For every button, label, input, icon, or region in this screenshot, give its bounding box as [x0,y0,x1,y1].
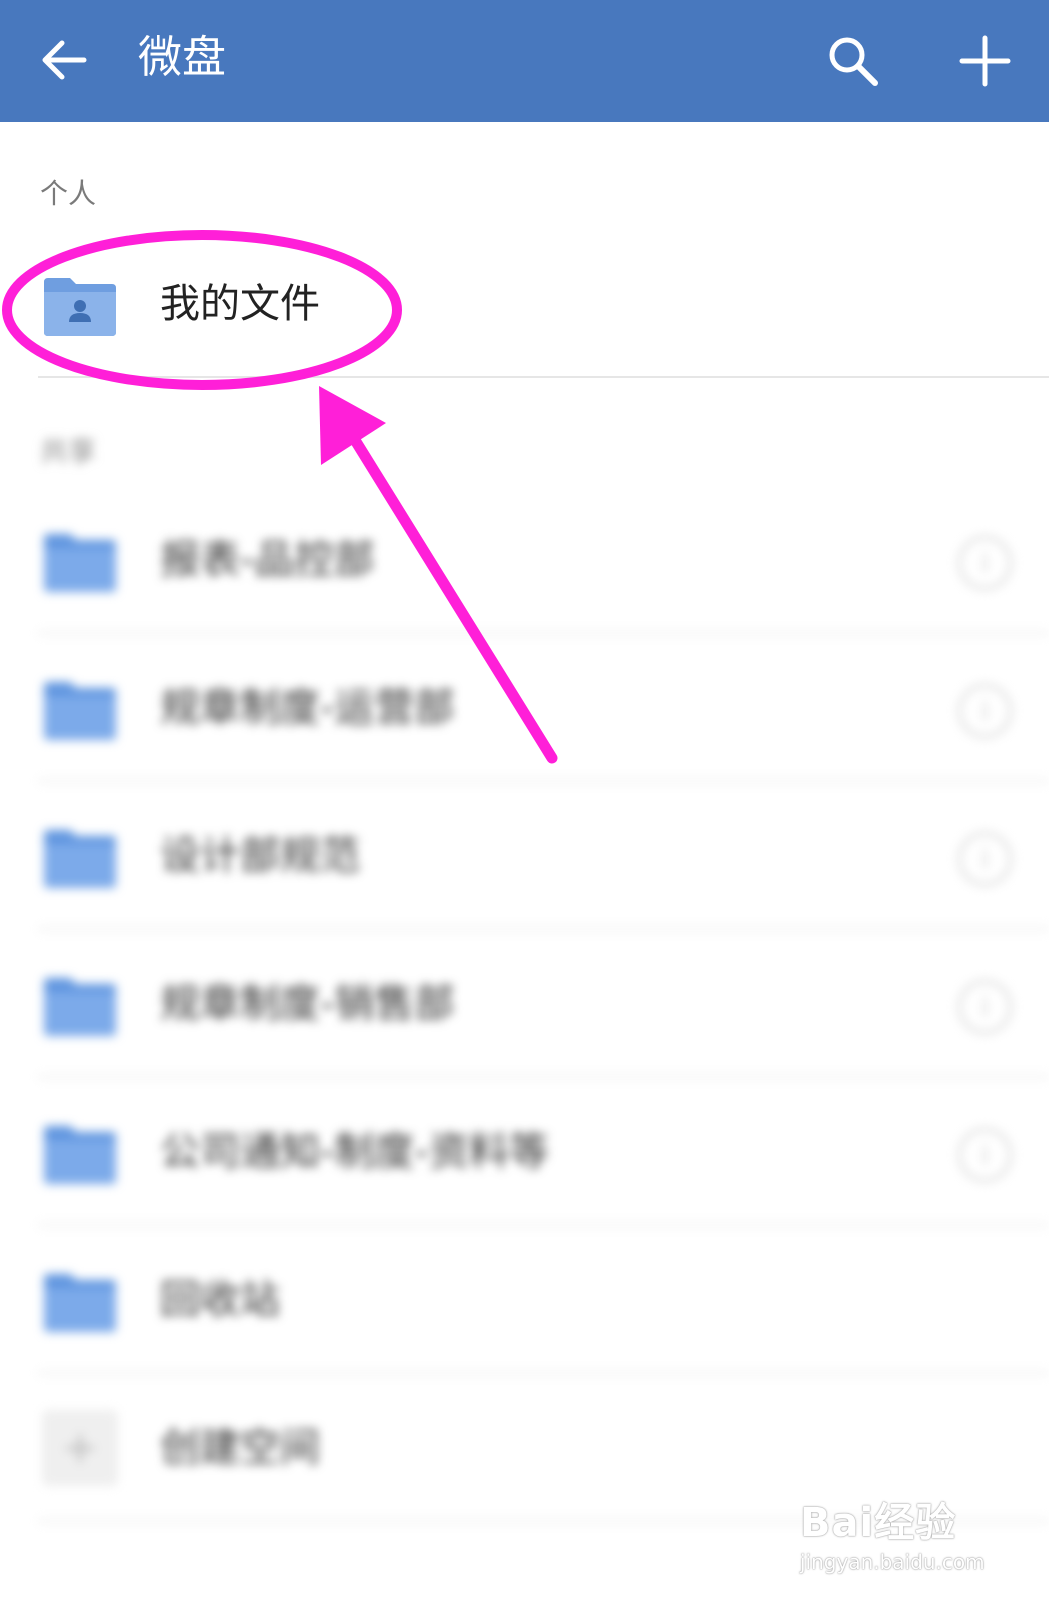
back-button[interactable] [38,34,90,86]
list-item-label: 规章制度-销售部 [160,981,455,1027]
list-item-label: 规章制度-运营部 [160,685,455,731]
info-icon[interactable]: i [958,536,1012,590]
personal-folder-icon [44,278,116,336]
info-icon[interactable]: i [958,684,1012,738]
list-item-shared-folder[interactable]: 设计部规范 i [0,782,1049,932]
list-item-shared-folder[interactable]: 公司通知-制度-资料等 i [0,1078,1049,1228]
watermark-url: jingyan.baidu.com [800,1550,985,1574]
plus-icon [959,35,1011,87]
list-item-shared-folder[interactable]: 报表-品控部 i [0,486,1049,636]
list-item-recycle-bin[interactable]: 回收站 [0,1226,1049,1376]
list-item-shared-folder[interactable]: 规章制度-销售部 i [0,930,1049,1080]
top-app-bar: 微盘 [0,0,1049,122]
shared-folder-icon [44,534,116,592]
section-label-personal: 个人 [40,177,97,210]
list-item-label: 我的文件 [160,281,320,327]
info-icon[interactable]: i [958,832,1012,886]
shared-folder-icon [44,682,116,740]
section-label-shared: 共享 [40,435,97,468]
plus-icon: + [42,1410,118,1486]
search-icon [829,37,878,86]
annotation-arrow-head [319,386,386,465]
shared-folder-icon [44,830,116,888]
shared-folder-icon [44,978,116,1036]
info-icon[interactable]: i [958,980,1012,1034]
divider [38,376,1049,378]
list-item-label: 报表-品控部 [160,537,375,583]
baidu-jingyan-watermark: Bai经验 jingyan.baidu.com [800,1490,985,1574]
list-item-label: 公司通知-制度-资料等 [160,1129,549,1175]
page-title: 微盘 [138,32,226,83]
search-button[interactable] [826,34,880,88]
list-item-label: 设计部规范 [160,833,360,879]
watermark-brand: Bai经验 [800,1500,957,1546]
recycle-bin-folder-icon [44,1274,116,1332]
add-button[interactable] [958,34,1012,88]
list-item-label: 回收站 [160,1277,280,1323]
info-icon[interactable]: i [958,1128,1012,1182]
list-item-shared-folder[interactable]: 规章制度-运营部 i [0,634,1049,784]
list-item-label: 创建空间 [160,1425,320,1471]
arrow-left-icon [42,40,87,80]
list-item-my-files[interactable]: 我的文件 [0,230,1049,380]
shared-folder-icon [44,1126,116,1184]
